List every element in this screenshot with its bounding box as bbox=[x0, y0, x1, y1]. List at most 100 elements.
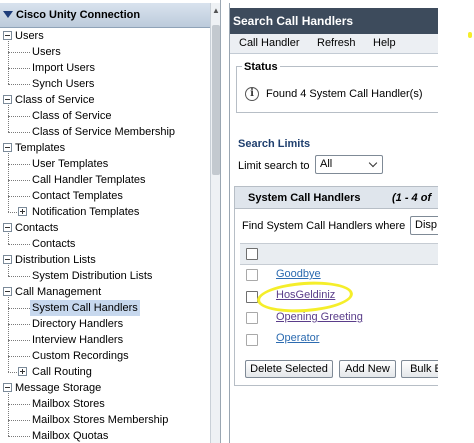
tree-item-label: Custom Recordings bbox=[32, 350, 129, 362]
collapse-minus-icon[interactable] bbox=[3, 223, 12, 232]
tree-item-label: Synch Users bbox=[32, 78, 95, 90]
content-body: Status i Found 4 System Call Handler(s) … bbox=[229, 0, 438, 443]
tree-item-mailbox-stores-membership[interactable]: Mailbox Stores Membership bbox=[0, 412, 210, 428]
find-field-select[interactable]: Disp bbox=[410, 216, 438, 235]
tree-item-directory-handlers[interactable]: Directory Handlers bbox=[0, 316, 210, 332]
collapse-minus-icon[interactable] bbox=[3, 143, 12, 152]
tree-group-class-of-service[interactable]: Class of Service bbox=[0, 92, 210, 108]
tree-item-label: Notification Templates bbox=[32, 206, 140, 218]
tree-group-label: Distribution Lists bbox=[15, 254, 96, 266]
expand-plus-icon[interactable] bbox=[18, 367, 27, 376]
tree-item-label: Class of Service Membership bbox=[32, 126, 176, 138]
tree-connector bbox=[8, 356, 30, 357]
tree-group-label: Contacts bbox=[15, 222, 59, 234]
tree-connector bbox=[8, 41, 9, 84]
tree-item-label: Mailbox Quotas bbox=[32, 430, 109, 442]
tree-item-label: Mailbox Stores Membership bbox=[32, 414, 169, 426]
tree-item-synch-users[interactable]: Synch Users bbox=[0, 76, 210, 92]
tree-item-mailbox-quotas[interactable]: Mailbox Quotas bbox=[0, 428, 210, 443]
tree-item-import-users[interactable]: Import Users bbox=[0, 60, 210, 76]
collapse-minus-icon[interactable] bbox=[3, 255, 12, 264]
tree-item-label: Class of Service bbox=[32, 110, 112, 122]
tree-connector bbox=[8, 233, 9, 244]
tree-connector bbox=[8, 116, 30, 117]
tree-group-templates[interactable]: Templates bbox=[0, 140, 210, 156]
nav-scrollbar-thumb[interactable] bbox=[212, 25, 220, 175]
collapse-minus-icon[interactable] bbox=[3, 95, 12, 104]
tree-item-users[interactable]: Users bbox=[0, 44, 210, 60]
grid-header-row bbox=[240, 243, 438, 265]
tree-item-label: Interview Handlers bbox=[32, 334, 124, 346]
handler-link-operator[interactable]: Operator bbox=[276, 332, 319, 344]
tree-connector bbox=[8, 297, 9, 372]
status-legend: Status bbox=[242, 61, 280, 73]
tree-item-label: System Call Handlers bbox=[30, 300, 140, 316]
tree-connector bbox=[8, 105, 9, 132]
row-checkbox[interactable] bbox=[246, 334, 258, 346]
tree-connector bbox=[8, 436, 30, 437]
chevron-down-icon bbox=[368, 158, 378, 168]
tree-item-class-of-service-membership[interactable]: Class of Service Membership bbox=[0, 124, 210, 140]
results-count: (1 - 4 of bbox=[392, 192, 432, 204]
row-checkbox[interactable] bbox=[246, 291, 258, 303]
bulk-edit-button[interactable]: Bulk E bbox=[401, 360, 438, 378]
tree-item-label: Directory Handlers bbox=[32, 318, 124, 330]
results-title: System Call Handlers bbox=[248, 192, 361, 204]
expand-plus-icon[interactable] bbox=[18, 207, 27, 216]
tree-group-label: Call Management bbox=[15, 286, 102, 298]
tree-connector bbox=[8, 420, 30, 421]
tree-item-class-of-service[interactable]: Class of Service bbox=[0, 108, 210, 124]
tree-group-call-management[interactable]: Call Management bbox=[0, 284, 210, 300]
info-icon: i bbox=[245, 87, 259, 101]
row-checkbox[interactable] bbox=[246, 312, 258, 324]
limit-search-select[interactable]: All bbox=[315, 155, 383, 174]
tree-item-interview-handlers[interactable]: Interview Handlers bbox=[0, 332, 210, 348]
handler-link-goodbye[interactable]: Goodbye bbox=[276, 268, 321, 280]
collapse-minus-icon[interactable] bbox=[3, 31, 12, 40]
tree-item-call-handler-templates[interactable]: Call Handler Templates bbox=[0, 172, 210, 188]
scroll-up-icon[interactable]: ▲ bbox=[212, 6, 220, 15]
tree-item-contacts[interactable]: Contacts bbox=[0, 236, 210, 252]
tree-group-label: Users bbox=[15, 30, 44, 42]
tree-connector bbox=[8, 393, 9, 436]
nav-header[interactable]: Cisco Unity Connection bbox=[0, 3, 210, 28]
tree-group-contacts[interactable]: Contacts bbox=[0, 220, 210, 236]
row-checkbox[interactable] bbox=[246, 269, 258, 281]
tree-item-system-distribution-lists[interactable]: System Distribution Lists bbox=[0, 268, 210, 284]
collapse-minus-icon[interactable] bbox=[3, 383, 12, 392]
collapse-arrow-icon[interactable] bbox=[3, 11, 13, 18]
tree-connector bbox=[8, 212, 17, 213]
tree-connector bbox=[8, 372, 17, 373]
find-label: Find System Call Handlers where bbox=[242, 220, 406, 232]
tree-connector bbox=[8, 180, 30, 181]
tree-group-label: Class of Service bbox=[15, 94, 95, 106]
tree-item-system-call-handlers[interactable]: System Call Handlers bbox=[0, 300, 210, 316]
tree-item-notification-templates[interactable]: Notification Templates bbox=[0, 204, 210, 220]
tree-group-message-storage[interactable]: Message Storage bbox=[0, 380, 210, 396]
tree-group-distribution-lists[interactable]: Distribution Lists bbox=[0, 252, 210, 268]
tree-item-user-templates[interactable]: User Templates bbox=[0, 156, 210, 172]
tree-group-users[interactable]: Users bbox=[0, 28, 210, 44]
navigation-tree-panel: Cisco Unity Connection ▲ Users Users Impor… bbox=[0, 0, 221, 443]
tree-connector bbox=[8, 196, 30, 197]
tree-item-label: Import Users bbox=[32, 62, 95, 74]
delete-selected-button[interactable]: Delete Selected bbox=[245, 360, 333, 378]
tree-item-call-routing[interactable]: Call Routing bbox=[0, 364, 210, 380]
tree-connector bbox=[8, 308, 30, 309]
add-new-button[interactable]: Add New bbox=[339, 360, 396, 378]
search-limits-heading: Search Limits bbox=[238, 138, 311, 150]
tree-group-label: Templates bbox=[15, 142, 66, 154]
tree-item-label: Contacts bbox=[32, 238, 76, 250]
select-all-checkbox[interactable] bbox=[246, 248, 258, 260]
tree-item-custom-recordings[interactable]: Custom Recordings bbox=[0, 348, 210, 364]
tree-connector bbox=[8, 324, 30, 325]
highlight-mark bbox=[468, 32, 472, 38]
tree-item-mailbox-stores[interactable]: Mailbox Stores bbox=[0, 396, 210, 412]
nav-scrollbar[interactable]: ▲ bbox=[210, 3, 220, 443]
tree-connector bbox=[8, 52, 30, 53]
tree-item-label: System Distribution Lists bbox=[32, 270, 153, 282]
collapse-minus-icon[interactable] bbox=[3, 287, 12, 296]
tree-connector bbox=[8, 153, 9, 212]
tree-item-contact-templates[interactable]: Contact Templates bbox=[0, 188, 210, 204]
handler-link-opening-greeting[interactable]: Opening Greeting bbox=[276, 311, 363, 323]
